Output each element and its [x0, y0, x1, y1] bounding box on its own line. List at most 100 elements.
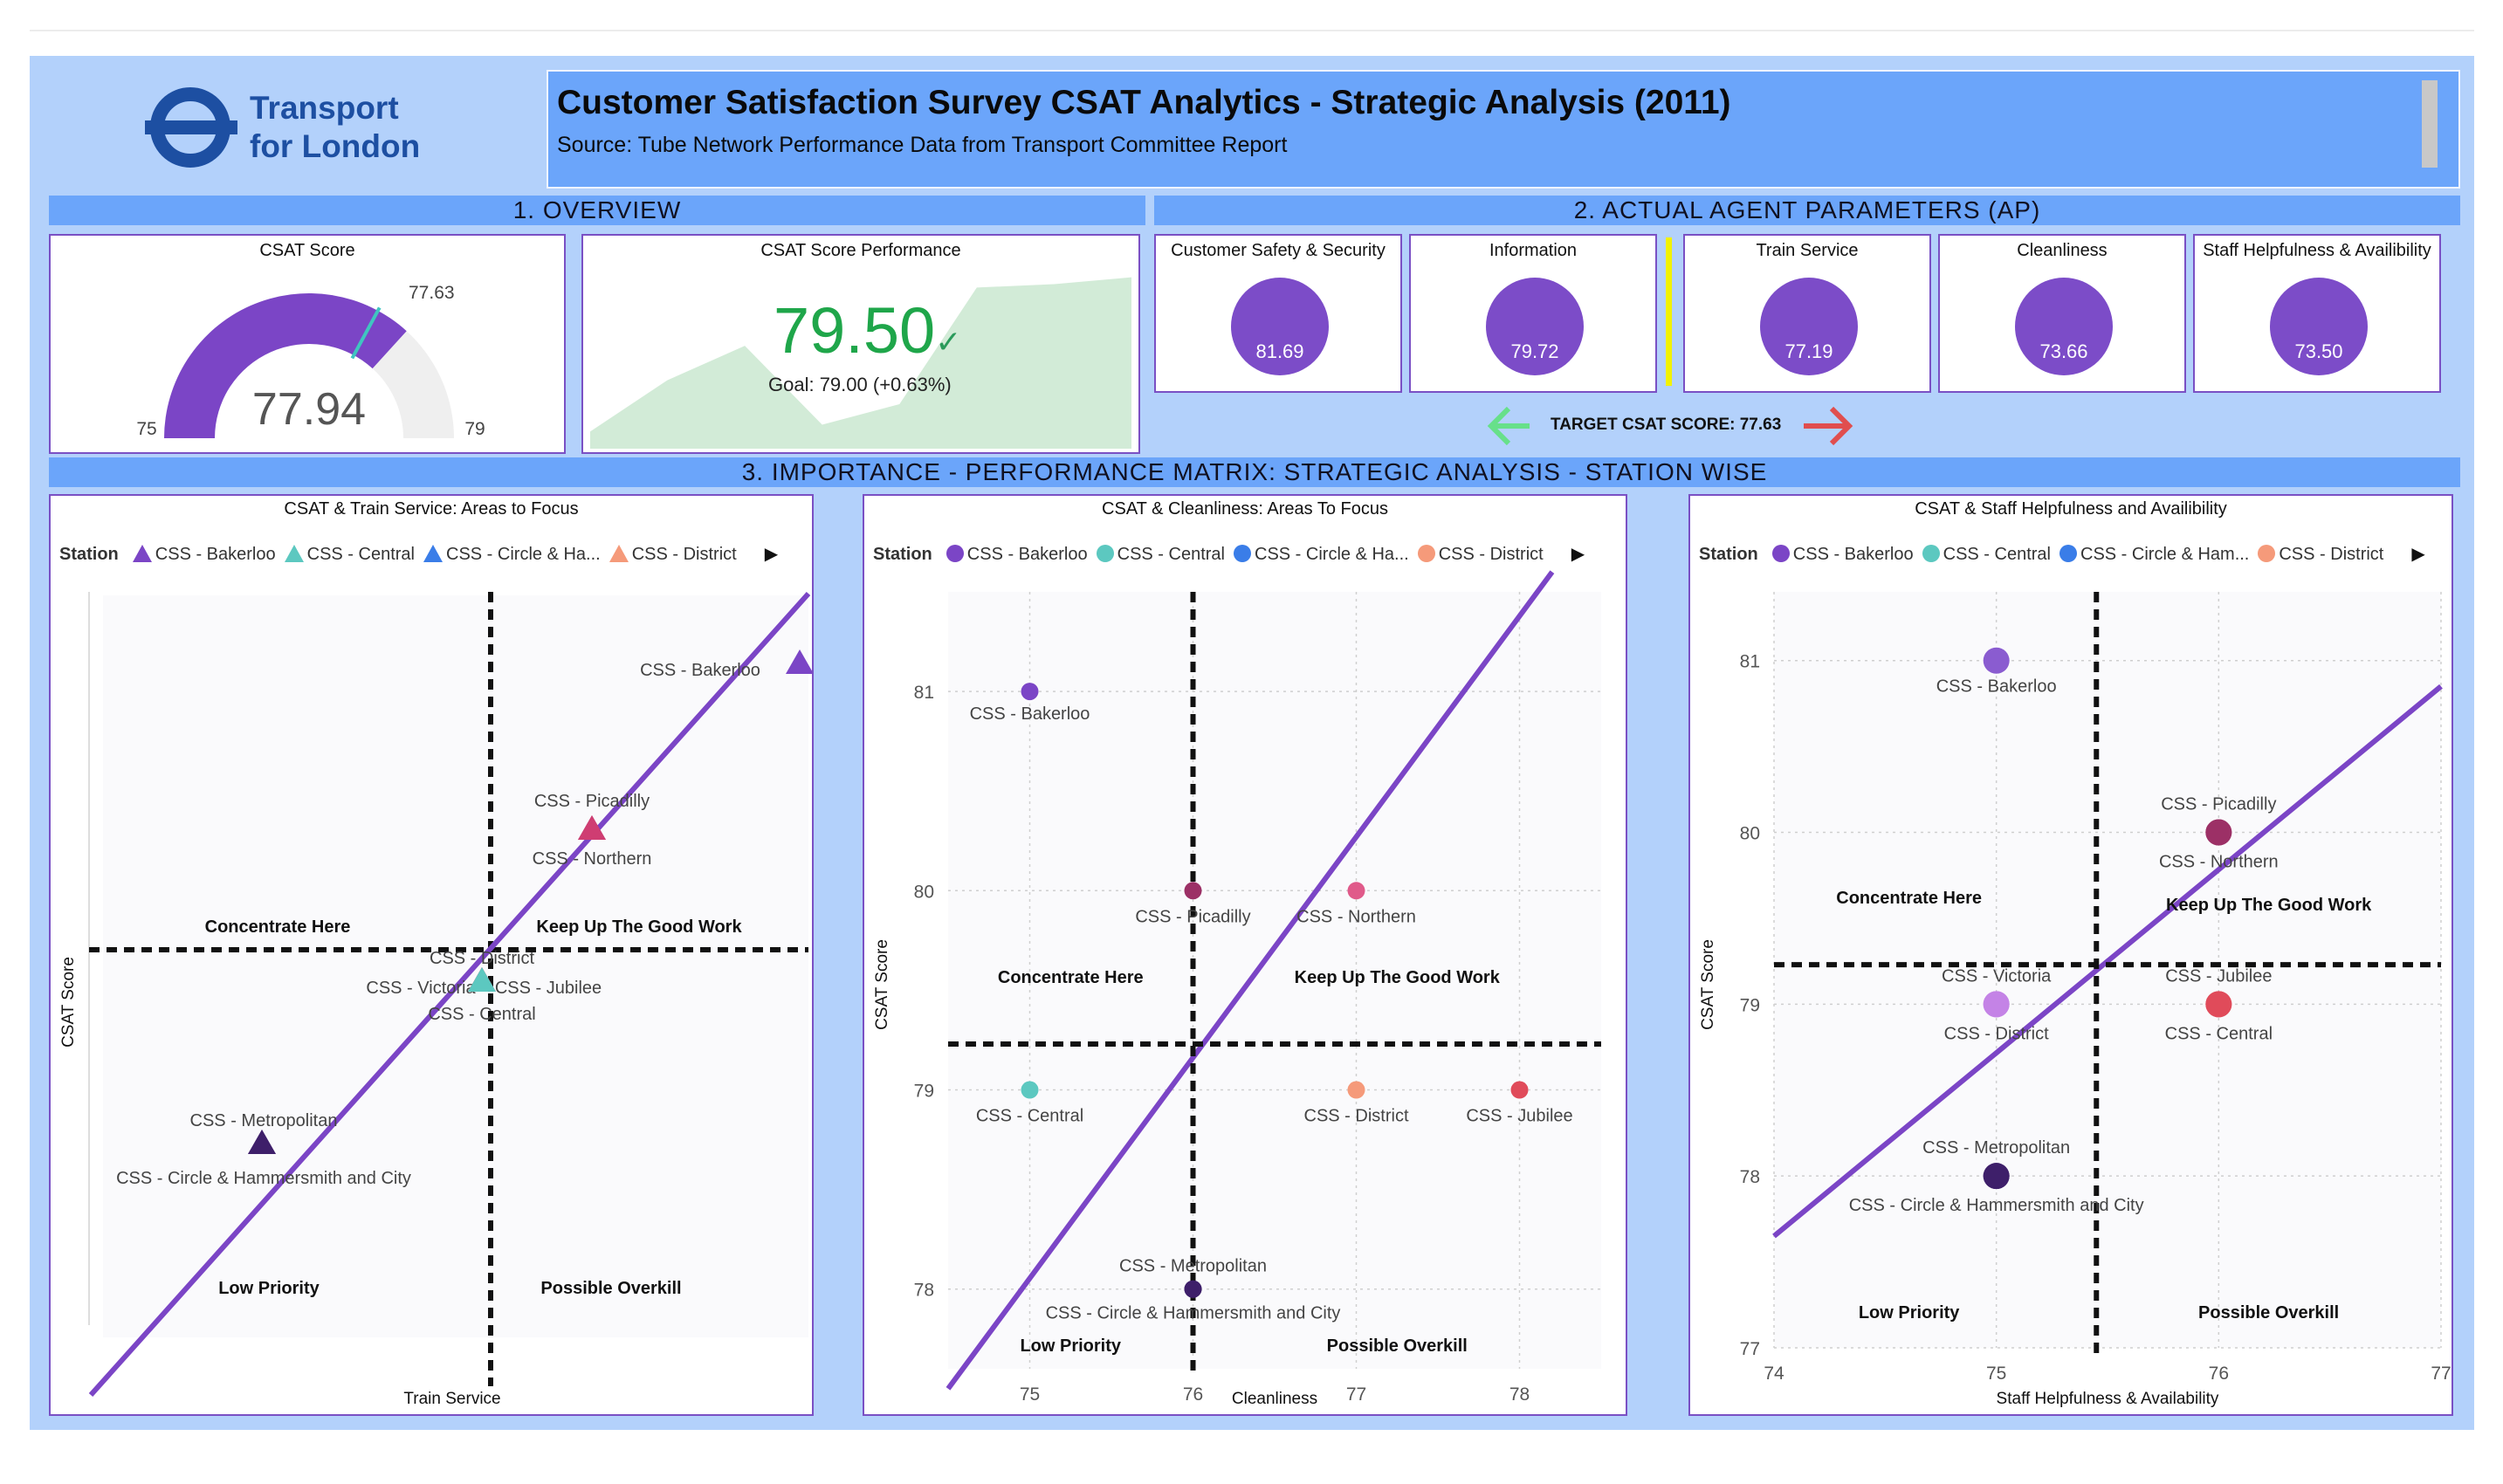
ap-card-label: Information	[1489, 241, 1578, 260]
data-label: CSS - Central	[428, 1005, 535, 1024]
ap-card[interactable]: Customer Safety & Security 81.69	[1154, 234, 1402, 393]
y-axis-label: CSAT Score	[59, 957, 78, 1048]
data-label: CSS - Northern	[2159, 853, 2279, 872]
data-label: CSS - District	[1944, 1024, 2049, 1043]
ap-value-circle: 81.69	[1231, 278, 1329, 375]
data-point[interactable]	[1184, 882, 1202, 900]
gauge-chart: 77.94 75 79 77.63	[136, 283, 485, 439]
y-axis-label: CSAT Score	[1699, 939, 1717, 1030]
ap-card[interactable]: Train Service 77.19	[1683, 234, 1931, 393]
data-label: CSS - Circle & Hammersmith and City	[1849, 1196, 2144, 1215]
data-point[interactable]	[1510, 1081, 1529, 1099]
y-tick-label: 80	[1740, 824, 1760, 844]
performance-value: 79.50	[774, 294, 936, 367]
data-point[interactable]	[1983, 991, 2010, 1018]
scrollbar-thumb[interactable]	[2422, 80, 2438, 168]
data-label: CSS - Picadilly	[534, 792, 650, 811]
quadrant-label-tl: Concentrate Here	[1836, 889, 1982, 908]
gauge-max: 79	[464, 419, 485, 439]
ap-card[interactable]: Cleanliness 73.66	[1938, 234, 2186, 393]
data-point[interactable]	[2205, 819, 2232, 846]
performance-kpi: 79.50✓	[774, 293, 961, 368]
y-tick-label: 81	[1740, 652, 1760, 672]
x-tick-label: 74	[1764, 1364, 1784, 1384]
ap-value: 81.69	[1255, 340, 1304, 362]
data-point[interactable]	[1021, 1081, 1039, 1099]
data-label: CSS - Picadilly	[2161, 795, 2276, 814]
data-point[interactable]	[1347, 1081, 1365, 1099]
roundel-icon	[145, 87, 237, 168]
csat-gauge-card[interactable]: CSAT Score 77.94 75 79 77.63	[49, 234, 566, 454]
x-tick-label: 78	[1509, 1384, 1530, 1405]
page-subtitle: Source: Tube Network Performance Data fr…	[557, 133, 1288, 157]
quadrant-label-br: Possible Overkill	[540, 1279, 681, 1298]
check-icon: ✓	[935, 324, 962, 360]
page-title: Customer Satisfaction Survey CSAT Analyt…	[557, 84, 1731, 121]
ap-value: 77.19	[1784, 340, 1833, 362]
csat-performance-card[interactable]: CSAT Score Performance 79.50✓ Goal: 79.0…	[581, 234, 1140, 454]
data-point[interactable]	[1021, 683, 1039, 701]
data-label: CSS - Metropolitan	[1119, 1257, 1267, 1276]
data-label: CSS - Victoria	[1942, 966, 2052, 986]
ap-card-label: Customer Safety & Security	[1171, 241, 1386, 260]
quadrant-label-tr: Keep Up The Good Work	[1295, 968, 1501, 987]
dashboard-page: Transport for London Customer Satisfacti…	[0, 0, 2503, 1484]
quadrant-label-bl: Low Priority	[1859, 1303, 1960, 1323]
ap-value-circle: 77.19	[1760, 278, 1858, 375]
data-point[interactable]	[2205, 991, 2232, 1018]
y-tick-label: 79	[914, 1082, 934, 1102]
gauge-value: 77.94	[252, 384, 366, 435]
data-label: CSS - Jubilee	[2165, 966, 2272, 986]
data-point[interactable]	[1983, 1163, 2010, 1190]
gauge-min: 75	[136, 419, 156, 439]
logo-line-1: Transport	[250, 90, 399, 126]
y-tick-label: 80	[914, 882, 934, 902]
data-label: CSS - Bakerloo	[640, 661, 760, 680]
y-tick-label: 79	[1740, 995, 1760, 1015]
data-label: CSS - Bakerloo	[970, 704, 1090, 724]
y-tick-label: 78	[1740, 1167, 1760, 1187]
data-label: CSS - Bakerloo	[1936, 677, 2057, 697]
x-axis-label: Train Service	[403, 1390, 500, 1408]
scatter-plot: CSS - Bakerloo CSS - Picadilly CSS - North…	[59, 591, 812, 1408]
section-ap-header: 2. ACTUAL AGENT PARAMETERS (AP)	[1154, 196, 2460, 225]
data-point[interactable]	[1184, 1280, 1202, 1298]
x-tick-label: 75	[1986, 1364, 2006, 1384]
scatter-plot: 74 75 76 77 77 78 79 80 81 CSS - Bakerloo CSS - Pi…	[1699, 592, 2451, 1408]
quadrant-label-tl: Concentrate Here	[205, 917, 351, 937]
data-label: CSS - District	[430, 949, 534, 968]
data-label: CSS - Jubilee	[1466, 1107, 1572, 1126]
x-tick-label: 75	[1020, 1384, 1040, 1405]
data-label: CSS - Circle & Hammersmith and City	[1046, 1304, 1341, 1323]
ap-value: 73.66	[2039, 340, 2088, 362]
scatter-plot: 75 76 77 78 78 79 80 81 CSS - Bakerloo CSS - Pica…	[873, 570, 1601, 1408]
y-tick-label: 81	[914, 683, 934, 703]
ap-card-label: Staff Helpfulness & Availibility	[2203, 241, 2431, 260]
data-label: CSS - Northern	[533, 849, 652, 869]
data-point[interactable]	[1347, 882, 1365, 900]
divider-marker	[1666, 237, 1672, 386]
quadrant-label-br: Possible Overkill	[2198, 1303, 2339, 1323]
target-csat-label: TARGET CSAT SCORE: 77.63	[1551, 416, 1782, 434]
x-tick-label: 77	[1346, 1384, 1366, 1405]
data-label: CSS - Central	[976, 1107, 1083, 1126]
data-point[interactable]	[1983, 647, 2010, 674]
ap-value: 73.50	[2294, 340, 2343, 362]
matrix-staff-card[interactable]: CSAT & Staff Helpfulness and Availibilit…	[1688, 494, 2453, 1416]
y-tick-label: 77	[1740, 1339, 1760, 1359]
section-matrix-header: 3. IMPORTANCE - PERFORMANCE MATRIX: STRA…	[49, 457, 2460, 487]
quadrant-label-br: Possible Overkill	[1327, 1336, 1468, 1356]
ap-card[interactable]: Information 79.72	[1409, 234, 1657, 393]
title-bar: Customer Satisfaction Survey CSAT Analyt…	[547, 70, 2460, 189]
ap-card-label: Cleanliness	[2017, 241, 2108, 260]
ap-card[interactable]: Staff Helpfulness & Availibility 73.50	[2193, 234, 2441, 393]
logo-text: Transport for London	[250, 89, 420, 166]
matrix-cleanliness-card[interactable]: CSAT & Cleanliness: Areas To Focus Statio…	[863, 494, 1627, 1416]
quadrant-label-bl: Low Priority	[218, 1279, 320, 1298]
matrix-train-service-card[interactable]: CSAT & Train Service: Areas to Focus Stat…	[49, 494, 814, 1416]
top-divider	[30, 30, 2474, 31]
ap-value-circle: 73.66	[2015, 278, 2113, 375]
tfl-logo: Transport for London	[145, 86, 442, 169]
performance-goal: Goal: 79.00 (+0.63%)	[768, 374, 952, 395]
ap-card-label: Train Service	[1756, 241, 1859, 260]
